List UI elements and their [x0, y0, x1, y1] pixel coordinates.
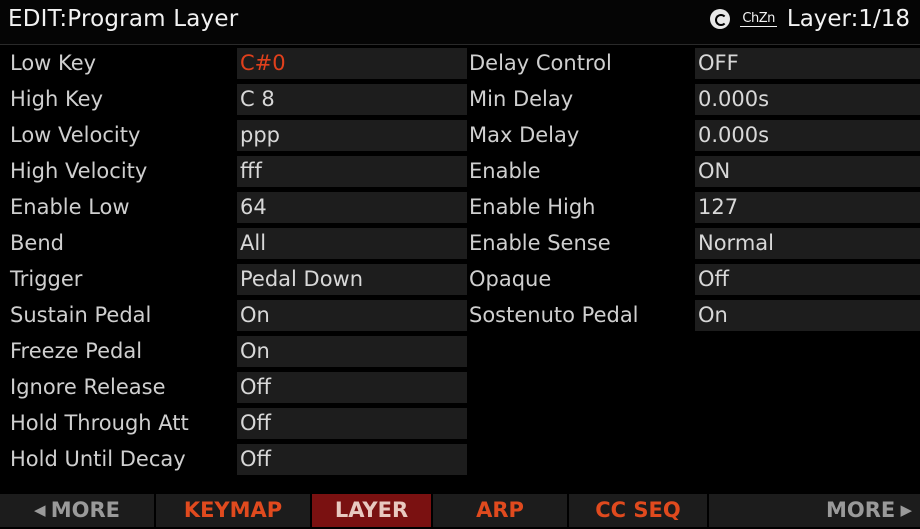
keymap-button[interactable]: KEYMAP	[156, 494, 312, 527]
param-label: Sustain Pedal	[10, 303, 152, 327]
param-value-freeze-pedal[interactable]: On	[237, 336, 467, 367]
param-label: Delay Control	[469, 51, 612, 75]
param-value-low-velocity[interactable]: ppp	[237, 120, 467, 151]
param-value-high-key[interactable]: C 8	[237, 84, 467, 115]
param-value-hold-through-att[interactable]: Off	[237, 408, 467, 439]
param-label: High Key	[10, 87, 104, 111]
cc-seq-button[interactable]: CC SEQ	[569, 494, 709, 527]
param-label: Min Delay	[469, 87, 574, 111]
param-value-enable[interactable]: ON	[695, 156, 920, 187]
more-right-button[interactable]: MORE	[709, 494, 920, 527]
title-bar: EDIT:Program Layer ChZn Layer:1/18	[0, 0, 920, 45]
param-label: Hold Through Att	[10, 411, 189, 435]
chan-zone-icon: ChZn	[740, 10, 777, 27]
param-value-sustain-pedal[interactable]: On	[237, 300, 467, 331]
param-value-opaque[interactable]: Off	[695, 264, 920, 295]
param-value-min-delay[interactable]: 0.000s	[695, 84, 920, 115]
param-value-max-delay[interactable]: 0.000s	[695, 120, 920, 151]
param-label: Sostenuto Pedal	[469, 303, 639, 327]
param-label: Enable Sense	[469, 231, 611, 255]
param-value-delay-control[interactable]: OFF	[695, 48, 920, 79]
arp-button[interactable]: ARP	[433, 494, 569, 527]
param-label: Bend	[10, 231, 64, 255]
param-label: Opaque	[469, 267, 552, 291]
param-label: Hold Until Decay	[10, 447, 186, 471]
param-value-low-key[interactable]: C#0	[237, 48, 467, 79]
param-label: Freeze Pedal	[10, 339, 143, 363]
param-value-enable-high[interactable]: 127	[695, 192, 920, 223]
param-label: Low Key	[10, 51, 97, 75]
param-label: Ignore Release	[10, 375, 166, 399]
param-value-high-velocity[interactable]: fff	[237, 156, 467, 187]
param-label: Enable High	[469, 195, 596, 219]
cycle-icon	[710, 9, 731, 29]
param-label: Max Delay	[469, 123, 580, 147]
param-label: Trigger	[10, 267, 83, 291]
page-title: EDIT:Program Layer	[8, 6, 239, 32]
param-value-trigger[interactable]: Pedal Down	[237, 264, 467, 295]
param-label: Enable Low	[10, 195, 130, 219]
header-status: ChZn Layer:1/18	[710, 6, 910, 32]
layer-button[interactable]: LAYER	[312, 494, 433, 527]
param-value-hold-until-decay[interactable]: Off	[237, 444, 467, 475]
layer-indicator: Layer:1/18	[786, 6, 910, 32]
param-value-enable-low[interactable]: 64	[237, 192, 467, 223]
param-label: High Velocity	[10, 159, 148, 183]
param-value-ignore-release[interactable]: Off	[237, 372, 467, 403]
more-left-button[interactable]: MORE	[0, 494, 156, 527]
soft-button-bar: MORE KEYMAP LAYER ARP CC SEQ MORE	[0, 494, 920, 527]
param-value-sostenuto-pedal[interactable]: On	[695, 300, 920, 331]
param-value-enable-sense[interactable]: Normal	[695, 228, 920, 259]
param-label: Enable	[469, 159, 541, 183]
param-label: Low Velocity	[10, 123, 141, 147]
param-value-bend[interactable]: All	[237, 228, 467, 259]
